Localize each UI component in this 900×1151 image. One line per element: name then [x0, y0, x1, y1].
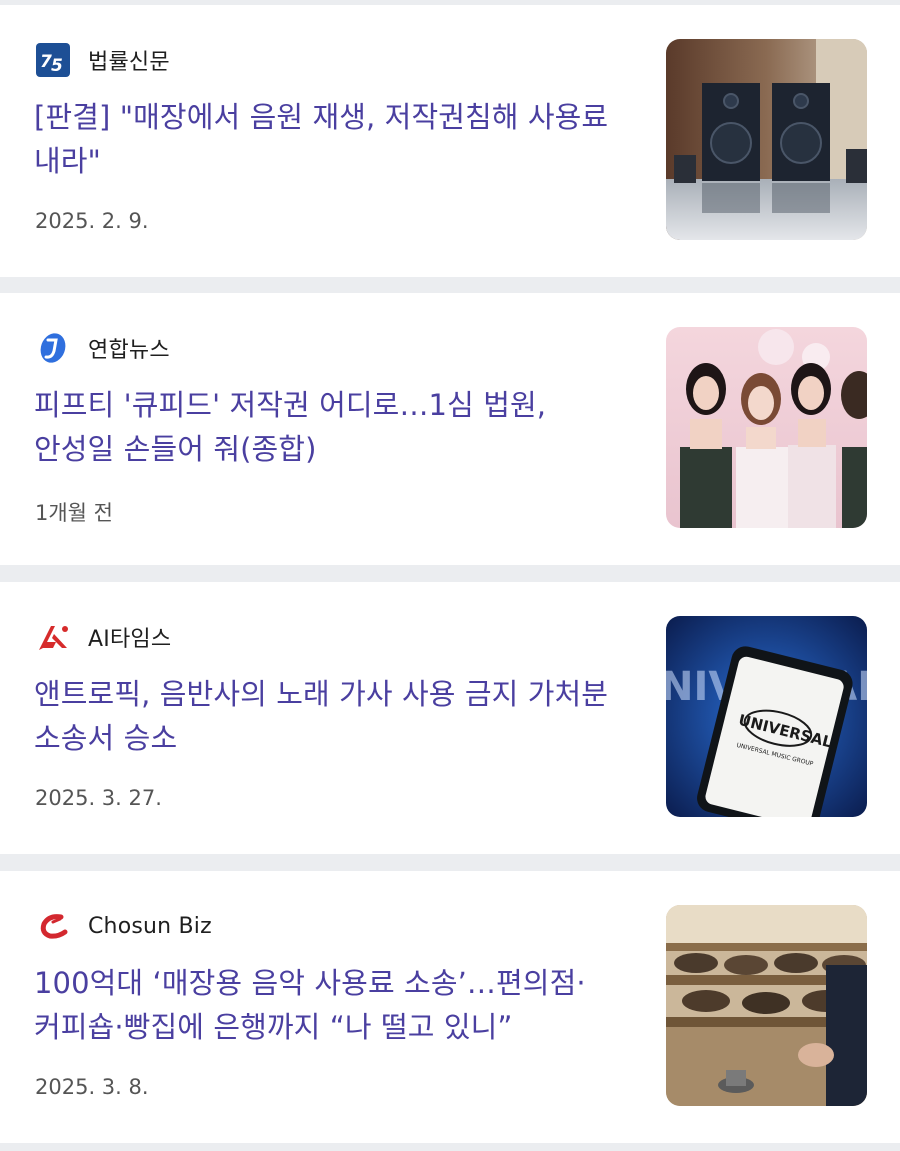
law-times-logo-icon: 7 5	[36, 43, 70, 77]
news-card[interactable]: AI타임스 앤트로픽, 음반사의 노래 가사 사용 금지 가처분 소송서 승소 …	[0, 582, 900, 854]
universal-phone-photo: NIVERSAL UNIVERSAL UNIVERSAL MUSIC GROUP	[666, 616, 867, 817]
news-card[interactable]: 연합뉴스 피프티 '큐피드' 저작권 어디로…1심 법원, 안성일 손들어 줘(…	[0, 293, 900, 565]
bakery-shelf-photo	[666, 905, 867, 1106]
svg-text:5: 5	[51, 56, 63, 76]
source-name: Chosun Biz	[88, 913, 212, 939]
yonhap-logo-icon	[36, 331, 70, 365]
source-row: 7 5 법률신문	[36, 43, 170, 77]
article-thumbnail[interactable]	[666, 327, 867, 528]
article-headline[interactable]: 앤트로픽, 음반사의 노래 가사 사용 금지 가처분 소송서 승소	[34, 672, 624, 760]
source-name: 법률신문	[88, 50, 170, 75]
news-card[interactable]: 7 5 법률신문 [판결] "매장에서 음원 재생, 저작권침해 사용료 내라"…	[0, 5, 900, 277]
article-thumbnail[interactable]	[666, 39, 867, 240]
article-headline[interactable]: 100억대 ‘매장용 음악 사용료 소송’…편의점·커피숍·빵집에 은행까지 “…	[34, 961, 624, 1049]
article-date: 2025. 3. 27.	[35, 786, 162, 810]
article-headline[interactable]: 피프티 '큐피드' 저작권 어디로…1심 법원, 안성일 손들어 줘(종합)	[34, 383, 624, 471]
article-date: 1개월 전	[35, 501, 113, 525]
source-name: AI타임스	[88, 627, 172, 652]
source-row: AI타임스	[36, 620, 171, 654]
news-card[interactable]: Chosun Biz 100억대 ‘매장용 음악 사용료 소송’…편의점·커피숍…	[0, 871, 900, 1143]
news-feed: 7 5 법률신문 [판결] "매장에서 음원 재생, 저작권침해 사용료 내라"…	[0, 0, 900, 1151]
chosun-biz-logo-icon	[36, 909, 70, 943]
speakers-photo	[666, 39, 867, 240]
ai-times-logo-icon	[36, 620, 70, 654]
divider	[0, 1143, 900, 1151]
article-headline[interactable]: [판결] "매장에서 음원 재생, 저작권침해 사용료 내라"	[34, 95, 624, 183]
article-date: 2025. 2. 9.	[35, 209, 149, 233]
source-row: 연합뉴스	[36, 331, 170, 365]
article-date: 2025. 3. 8.	[35, 1075, 149, 1099]
source-name: 연합뉴스	[88, 338, 170, 363]
girl-group-photo	[666, 327, 867, 528]
article-thumbnail[interactable]: NIVERSAL UNIVERSAL UNIVERSAL MUSIC GROUP	[666, 616, 867, 817]
source-row: Chosun Biz	[36, 909, 212, 943]
article-thumbnail[interactable]	[666, 905, 867, 1106]
